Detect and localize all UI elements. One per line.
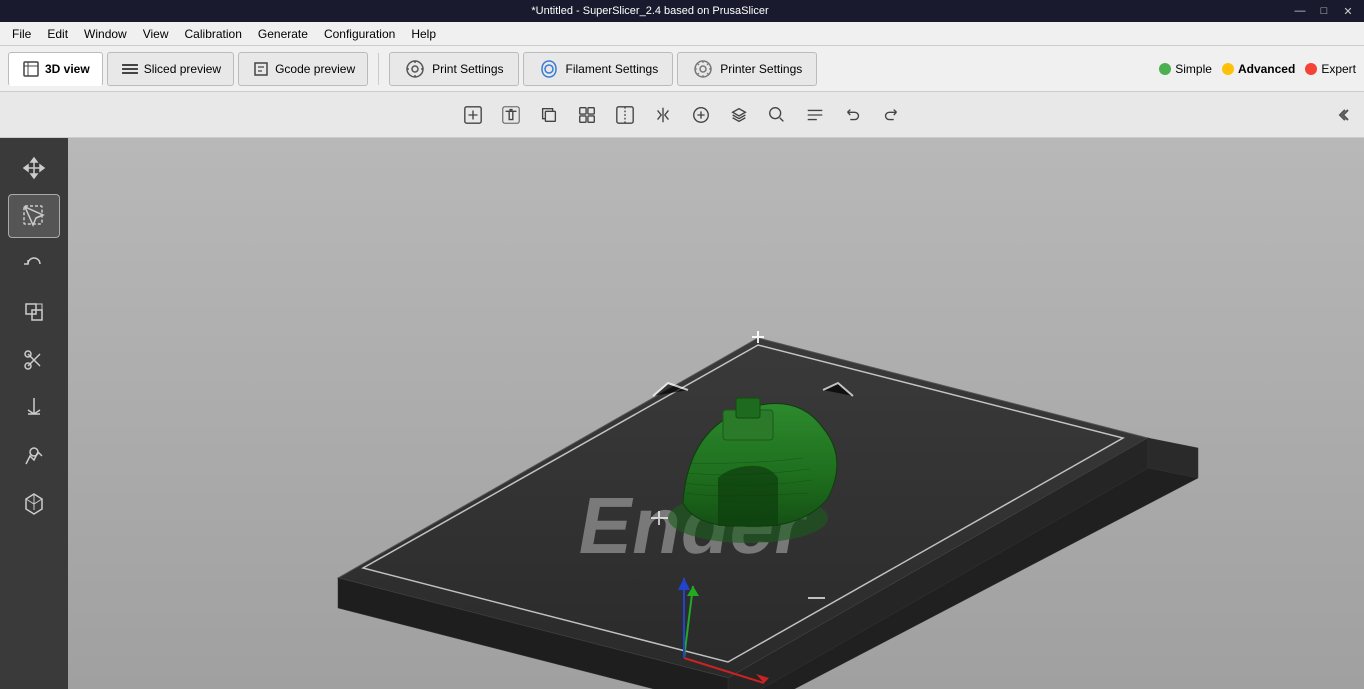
- close-button[interactable]: ✕: [1340, 3, 1356, 19]
- tab-gcode-preview-label: Gcode preview: [275, 62, 355, 76]
- add-part-icon: [691, 105, 711, 125]
- select-tool[interactable]: [8, 194, 60, 238]
- redo-icon: [881, 105, 901, 125]
- arrange-button[interactable]: [569, 97, 605, 133]
- 3d-scene: Ender: [68, 138, 1364, 689]
- 3d-viewport[interactable]: Ender: [68, 138, 1364, 689]
- complexity-selector: Simple Advanced Expert: [1159, 62, 1356, 76]
- move-icon: [20, 154, 48, 182]
- 3d-view-icon: [21, 59, 41, 79]
- print-settings-label: Print Settings: [432, 62, 503, 76]
- complexity-expert[interactable]: Expert: [1305, 62, 1356, 76]
- add-part-button[interactable]: [683, 97, 719, 133]
- undo-button[interactable]: [835, 97, 871, 133]
- menu-bar: File Edit Window View Calibration Genera…: [0, 22, 1364, 46]
- split-icon: [615, 105, 635, 125]
- print-settings-button[interactable]: Print Settings: [389, 52, 518, 86]
- advanced-dot: [1222, 63, 1234, 75]
- filament-settings-button[interactable]: Filament Settings: [523, 52, 674, 86]
- tab-sliced-preview-label: Sliced preview: [144, 62, 221, 76]
- delete-button[interactable]: [493, 97, 529, 133]
- support-icon: [20, 394, 48, 422]
- copy-button[interactable]: [531, 97, 567, 133]
- support-tool[interactable]: [8, 386, 60, 430]
- print-settings-icon: [404, 58, 426, 80]
- seam-icon: [20, 442, 48, 470]
- tab-3d-view[interactable]: 3D view: [8, 52, 103, 86]
- seam-tool[interactable]: [8, 434, 60, 478]
- expert-dot: [1305, 63, 1317, 75]
- main-area: Ender: [0, 138, 1364, 689]
- secondary-toolbar: [0, 92, 1364, 138]
- window-title: *Untitled - SuperSlicer_2.4 based on Pru…: [8, 5, 1292, 17]
- select-icon: [20, 202, 48, 230]
- add-object-button[interactable]: [455, 97, 491, 133]
- search-button[interactable]: [759, 97, 795, 133]
- printer-settings-button[interactable]: Printer Settings: [677, 52, 817, 86]
- add-object-icon: [463, 105, 483, 125]
- layers-icon: [729, 105, 749, 125]
- expert-label: Expert: [1321, 62, 1356, 76]
- slice-options-button[interactable]: [797, 97, 833, 133]
- menu-edit[interactable]: Edit: [39, 25, 76, 43]
- mirror-icon: [653, 105, 673, 125]
- complexity-advanced[interactable]: Advanced: [1222, 62, 1295, 76]
- cut-icon: [20, 346, 48, 374]
- simple-dot: [1159, 63, 1171, 75]
- undo-icon: [843, 105, 863, 125]
- filament-settings-icon: [538, 58, 560, 80]
- delete-icon: [501, 105, 521, 125]
- menu-calibration[interactable]: Calibration: [177, 25, 250, 43]
- printer-settings-label: Printer Settings: [720, 62, 802, 76]
- collapse-right-panel-button[interactable]: [1328, 101, 1356, 129]
- printer-settings-icon: [692, 58, 714, 80]
- rotate-tool[interactable]: [8, 242, 60, 286]
- menu-configuration[interactable]: Configuration: [316, 25, 403, 43]
- split-button[interactable]: [607, 97, 643, 133]
- window-controls[interactable]: — □ ✕: [1292, 3, 1356, 19]
- mirror-button[interactable]: [645, 97, 681, 133]
- complexity-simple[interactable]: Simple: [1159, 62, 1212, 76]
- tab-3d-view-label: 3D view: [45, 62, 90, 76]
- sliced-preview-icon: [120, 59, 140, 79]
- slice-options-icon: [805, 105, 825, 125]
- gcode-preview-icon: [251, 59, 271, 79]
- advanced-label: Advanced: [1238, 62, 1295, 76]
- redo-button[interactable]: [873, 97, 909, 133]
- scale-tool[interactable]: [8, 290, 60, 334]
- left-tool-panel: [0, 138, 68, 689]
- search-icon: [767, 105, 787, 125]
- title-bar: *Untitled - SuperSlicer_2.4 based on Pru…: [0, 0, 1364, 22]
- maximize-button[interactable]: □: [1316, 3, 1332, 19]
- view-cube-icon: [20, 490, 48, 518]
- move-tool[interactable]: [8, 146, 60, 190]
- filament-settings-label: Filament Settings: [566, 62, 659, 76]
- collapse-icon: [1331, 104, 1353, 126]
- tab-gcode-preview[interactable]: Gcode preview: [238, 52, 368, 86]
- menu-view[interactable]: View: [135, 25, 177, 43]
- rotate-icon: [20, 250, 48, 278]
- view-cube-tool[interactable]: [8, 482, 60, 526]
- simple-label: Simple: [1175, 62, 1212, 76]
- main-toolbar: 3D view Sliced preview Gcode preview Pri…: [0, 46, 1364, 92]
- menu-help[interactable]: Help: [403, 25, 444, 43]
- scale-icon: [20, 298, 48, 326]
- layers-button[interactable]: [721, 97, 757, 133]
- tab-sliced-preview[interactable]: Sliced preview: [107, 52, 234, 86]
- menu-generate[interactable]: Generate: [250, 25, 316, 43]
- toolbar-separator-1: [378, 53, 379, 85]
- minimize-button[interactable]: —: [1292, 3, 1308, 19]
- menu-window[interactable]: Window: [76, 25, 135, 43]
- arrange-icon: [577, 105, 597, 125]
- cut-tool[interactable]: [8, 338, 60, 382]
- menu-file[interactable]: File: [4, 25, 39, 43]
- copy-icon: [539, 105, 559, 125]
